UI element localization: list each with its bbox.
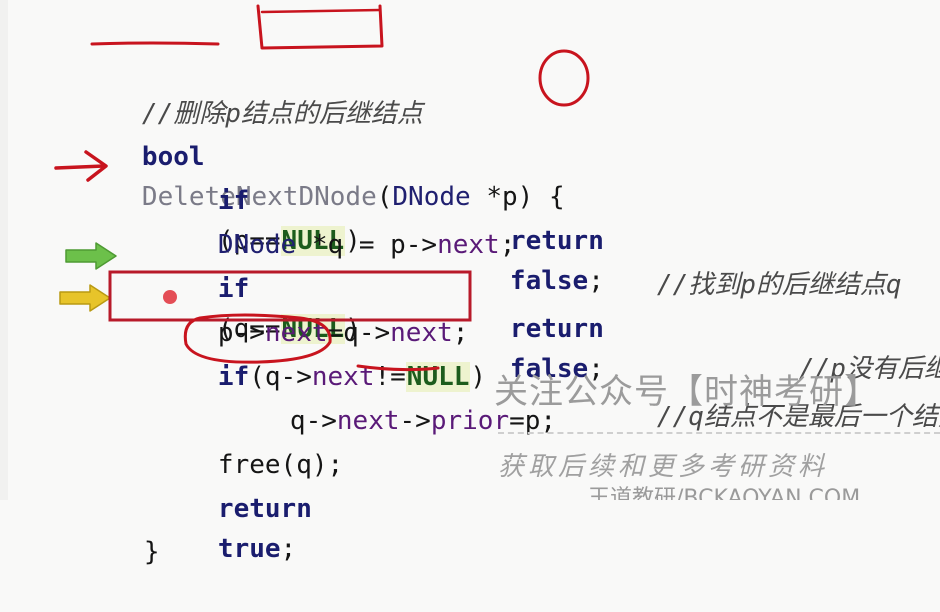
value-true: true bbox=[217, 534, 281, 564]
closing-brace: } bbox=[143, 537, 160, 567]
underline-stroke bbox=[90, 41, 220, 46]
code-screen: //删除p结点的后继结点 bool DeleteNextDNode(DNode … bbox=[0, 0, 940, 567]
cursor-dot bbox=[163, 290, 177, 304]
arrow-right-icon bbox=[65, 242, 117, 270]
bracket-stroke bbox=[260, 8, 382, 14]
underline-stroke bbox=[356, 364, 440, 372]
arrow-right-icon bbox=[54, 150, 108, 182]
semicolon: ; bbox=[280, 534, 297, 564]
annotation-layer bbox=[54, 4, 590, 372]
circle-stroke bbox=[183, 313, 332, 364]
arrow-right-icon bbox=[59, 284, 111, 312]
circle-stroke bbox=[538, 49, 590, 107]
